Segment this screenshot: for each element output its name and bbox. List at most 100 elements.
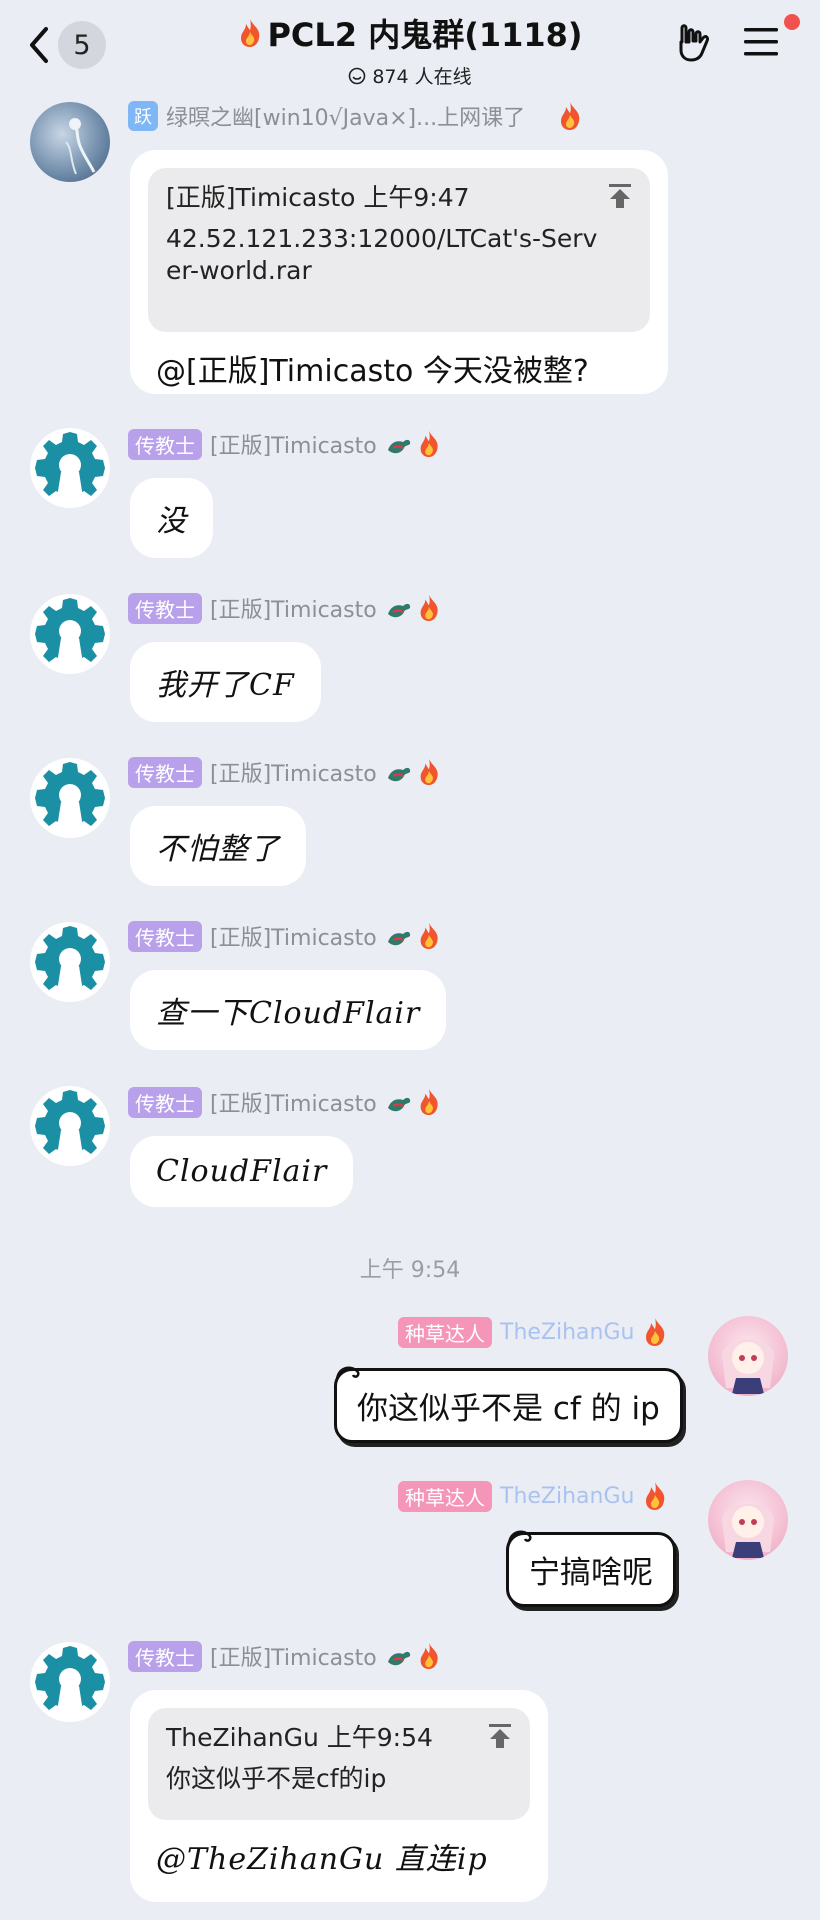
gear-avatar-icon bbox=[35, 926, 105, 998]
sender-avatar[interactable] bbox=[30, 1642, 110, 1722]
message-bubble[interactable]: CloudFlair bbox=[130, 1136, 354, 1207]
message-bubble[interactable]: 宁搞啥呢 bbox=[506, 1530, 676, 1607]
message-bubble[interactable]: 不怕整了 bbox=[130, 806, 306, 886]
badge-icons bbox=[385, 922, 443, 950]
sender-row: 跃 绿暝之幽[win10√Java×]...上网课了 bbox=[128, 100, 583, 132]
chat-header: 5 PCL2 内鬼群(1118) 874 人在线 bbox=[0, 0, 820, 89]
self-avatar[interactable] bbox=[708, 1316, 788, 1396]
sender-name[interactable]: [正版]Timicasto bbox=[210, 428, 377, 460]
message-bubble[interactable]: [正版]Timicasto 上午9:47 42.52.121.233:12000… bbox=[130, 150, 668, 394]
sender-name[interactable]: [正版]Timicasto bbox=[210, 1086, 377, 1118]
time-separator: 上午 9:54 bbox=[359, 1258, 461, 1283]
sender-name[interactable]: TheZihanGu bbox=[500, 1320, 634, 1345]
message-bubble[interactable]: TheZihanGu 上午9:54 你这似乎不是cf的ip @TheZihanG… bbox=[130, 1690, 548, 1902]
sender-row: 种草达人 TheZihanGu bbox=[398, 1316, 668, 1348]
chevron-left-icon bbox=[30, 27, 48, 63]
dragon-icon bbox=[387, 439, 410, 454]
message-text: 不怕整了 bbox=[156, 832, 280, 867]
online-icon bbox=[349, 67, 366, 84]
level-tag: 跃 bbox=[128, 101, 158, 131]
message-text: 查一下CloudFlair bbox=[156, 996, 421, 1031]
dragon-icon bbox=[387, 1097, 410, 1112]
sender-row: 传教士 [正版]Timicasto bbox=[128, 428, 443, 460]
sender-avatar[interactable] bbox=[30, 1086, 110, 1166]
fire-icon bbox=[561, 102, 580, 130]
fire-icon bbox=[420, 758, 438, 786]
badge-icons bbox=[385, 758, 443, 786]
group-title: PCL2 内鬼群(1118) bbox=[267, 16, 583, 54]
sender-row: 传教士 [正版]Timicasto bbox=[128, 592, 443, 624]
group-title-row: PCL2 内鬼群(1118) bbox=[237, 10, 583, 56]
pin-top-icon bbox=[609, 184, 631, 208]
notification-dot bbox=[784, 14, 800, 30]
dragon-icon bbox=[387, 931, 410, 946]
fire-icon bbox=[420, 922, 438, 950]
avatar-figure-icon bbox=[65, 118, 96, 175]
dragon-icon bbox=[387, 603, 410, 618]
message-bubble[interactable]: 查一下CloudFlair bbox=[130, 970, 447, 1050]
pin-top-icon bbox=[489, 1724, 511, 1748]
fire-icon bbox=[646, 1482, 665, 1510]
gear-avatar-icon bbox=[35, 762, 105, 834]
quote-header: [正版]Timicasto 上午9:47 bbox=[166, 183, 470, 212]
gear-avatar-icon bbox=[35, 1646, 105, 1718]
fire-icon bbox=[241, 19, 260, 47]
sender-row: 传教士 [正版]Timicasto bbox=[128, 1086, 443, 1118]
message-text: 我开了CF bbox=[156, 668, 295, 703]
badge-icons bbox=[385, 1642, 443, 1670]
sender-avatar[interactable] bbox=[30, 922, 110, 1002]
sender-row: 传教士 [正版]Timicasto bbox=[128, 756, 443, 788]
quote-header: TheZihanGu 上午9:54 bbox=[166, 1723, 433, 1752]
role-tag: 传教士 bbox=[128, 1640, 202, 1672]
sender-name[interactable]: TheZihanGu bbox=[500, 1484, 634, 1509]
gear-avatar-icon bbox=[35, 598, 105, 670]
sender-name[interactable]: [正版]Timicasto bbox=[210, 1640, 377, 1672]
badge-icons bbox=[385, 1088, 443, 1116]
sender-row: 种草达人 TheZihanGu bbox=[398, 1480, 668, 1512]
role-tag: 传教士 bbox=[128, 1086, 202, 1118]
gear-avatar-icon bbox=[35, 1090, 105, 1162]
message-text: @[正版]Timicasto 今天没被整? bbox=[156, 354, 589, 389]
fire-icon bbox=[646, 1318, 665, 1346]
sender-row: 传教士 [正版]Timicasto bbox=[128, 1640, 443, 1672]
message-text: 宁搞啥呢 bbox=[529, 1555, 653, 1591]
role-tag: 传教士 bbox=[128, 428, 202, 460]
message-text: @TheZihanGu 直连ip bbox=[156, 1842, 488, 1877]
back-button[interactable]: 5 bbox=[26, 18, 106, 72]
self-avatar[interactable] bbox=[708, 1480, 788, 1560]
sender-avatar[interactable] bbox=[30, 428, 110, 508]
quote-text: 42.52.121.233:12000/LTCat's-Server-world… bbox=[166, 223, 598, 286]
quote-text: 你这似乎不是cf的ip bbox=[166, 1763, 387, 1793]
online-count: 874 人在线 bbox=[372, 66, 472, 88]
dragon-icon bbox=[387, 767, 410, 782]
rock-hand-icon[interactable] bbox=[672, 20, 716, 64]
anime-avatar-icon bbox=[722, 1503, 774, 1558]
message-bubble[interactable]: 我开了CF bbox=[130, 642, 321, 722]
fire-icon bbox=[420, 594, 438, 622]
sender-name[interactable]: [正版]Timicasto bbox=[210, 920, 377, 952]
sender-avatar[interactable] bbox=[30, 102, 110, 182]
sender-avatar[interactable] bbox=[30, 594, 110, 674]
role-tag: 传教士 bbox=[128, 592, 202, 624]
message-bubble[interactable]: 你这似乎不是 cf 的 ip bbox=[334, 1366, 683, 1443]
fire-icon bbox=[420, 1088, 438, 1116]
quote-box[interactable]: TheZihanGu 上午9:54 你这似乎不是cf的ip bbox=[148, 1708, 530, 1820]
message-text: CloudFlair bbox=[156, 1154, 328, 1189]
sender-name[interactable]: 绿暝之幽[win10√Java×]...上网课了 bbox=[166, 100, 525, 132]
sender-name[interactable]: [正版]Timicasto bbox=[210, 592, 377, 624]
fire-icon bbox=[420, 1642, 438, 1670]
role-tag: 种草达人 bbox=[398, 1316, 492, 1348]
sender-avatar[interactable] bbox=[30, 758, 110, 838]
quote-box[interactable]: [正版]Timicasto 上午9:47 42.52.121.233:12000… bbox=[148, 168, 650, 332]
fire-icon bbox=[420, 430, 438, 458]
badge-icons bbox=[385, 430, 443, 458]
message-bubble[interactable]: 没 bbox=[130, 478, 213, 558]
gear-avatar-icon bbox=[35, 432, 105, 504]
swirl-decoration-icon bbox=[507, 1530, 532, 1544]
title-block[interactable]: PCL2 内鬼群(1118) 874 人在线 bbox=[200, 10, 620, 89]
menu-icon[interactable] bbox=[742, 24, 782, 60]
sender-name[interactable]: [正版]Timicasto bbox=[210, 756, 377, 788]
role-tag: 种草达人 bbox=[398, 1480, 492, 1512]
online-status: 874 人在线 bbox=[200, 62, 620, 89]
role-tag: 传教士 bbox=[128, 920, 202, 952]
